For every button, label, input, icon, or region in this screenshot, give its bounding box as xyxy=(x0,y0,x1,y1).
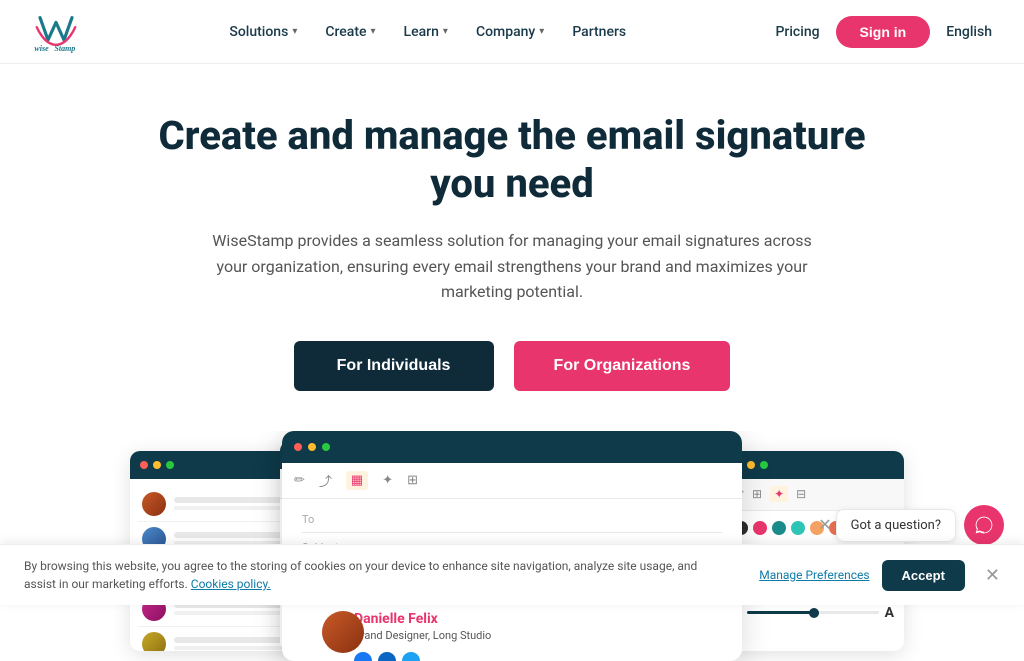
facebook-icon[interactable] xyxy=(354,652,372,661)
pencil-icon: ✏ xyxy=(294,473,305,488)
dot-green xyxy=(322,443,330,451)
chevron-down-icon: ▾ xyxy=(539,26,544,37)
chevron-down-icon: ▾ xyxy=(371,26,376,37)
chevron-down-icon: ▾ xyxy=(443,26,448,37)
navbar: wise Stamp Solutions ▾ Create ▾ Learn ▾ … xyxy=(0,0,1024,64)
color-swatch[interactable] xyxy=(772,521,786,535)
accept-cookies-button[interactable]: Accept xyxy=(882,560,965,591)
svg-text:Stamp: Stamp xyxy=(54,44,75,53)
chevron-down-icon: ▾ xyxy=(292,26,297,37)
nav-right: Pricing Sign in English xyxy=(775,16,992,48)
grid-icon: ⊞ xyxy=(752,487,762,501)
dot-red xyxy=(140,461,148,469)
signature-name: Danielle Felix xyxy=(354,611,722,627)
nav-learn[interactable]: Learn ▾ xyxy=(392,16,460,48)
avatar xyxy=(142,492,166,516)
for-individuals-button[interactable]: For Individuals xyxy=(294,341,494,391)
composer-toolbar: ✏ ⤴ ▦ ✦ ⊞ xyxy=(282,463,742,499)
nav-company[interactable]: Company ▾ xyxy=(464,16,556,48)
chat-avatar[interactable] xyxy=(964,505,1004,545)
cookie-text: By browsing this website, you agree to t… xyxy=(24,557,704,593)
nav-links: Solutions ▾ Create ▾ Learn ▾ Company ▾ P… xyxy=(217,16,638,48)
window-titlebar-main xyxy=(282,431,742,463)
slider-track[interactable] xyxy=(747,611,879,614)
signature-block: Danielle Felix Brand Designer, Long Stud… xyxy=(302,611,722,661)
pricing-link[interactable]: Pricing xyxy=(775,24,819,40)
color-swatch[interactable] xyxy=(791,521,805,535)
nav-partners[interactable]: Partners xyxy=(560,16,638,48)
twitter-icon[interactable] xyxy=(402,652,420,661)
hero-subtext: WiseStamp provides a seamless solution f… xyxy=(202,228,822,305)
linkedin-icon[interactable] xyxy=(378,652,396,661)
dot-yellow xyxy=(747,461,755,469)
dot-green xyxy=(760,461,768,469)
dot-yellow xyxy=(153,461,161,469)
chat-bubble[interactable]: Got a question? xyxy=(836,509,956,542)
hero-section: Create and manage the email signature yo… xyxy=(0,64,1024,423)
social-links xyxy=(354,652,722,661)
layout-active-icon: ▦ xyxy=(346,471,368,490)
share-icon: ⤴ xyxy=(319,471,332,490)
cookies-policy-link[interactable]: Cookies policy. xyxy=(191,577,271,591)
signature-title: Brand Designer, Long Studio xyxy=(354,629,722,642)
slider-handle[interactable] xyxy=(809,608,819,618)
magic-icon: ✦ xyxy=(382,473,393,488)
window-titlebar-right xyxy=(724,451,904,479)
hero-heading: Create and manage the email signature yo… xyxy=(122,112,902,208)
to-field: To xyxy=(302,513,722,533)
language-selector[interactable]: English xyxy=(946,24,992,40)
size-slider: A A xyxy=(734,605,894,621)
signature-avatar xyxy=(322,611,364,653)
wisestamp-logo-icon: wise Stamp xyxy=(32,11,80,53)
cookie-banner: By browsing this website, you agree to t… xyxy=(0,544,1024,605)
logo[interactable]: wise Stamp xyxy=(32,11,80,53)
grid-icon: ⊞ xyxy=(407,473,418,488)
dot-yellow xyxy=(308,443,316,451)
close-chat-button[interactable]: ✕ xyxy=(818,515,831,535)
hero-buttons: For Individuals For Organizations xyxy=(32,341,992,391)
for-organizations-button[interactable]: For Organizations xyxy=(514,341,731,391)
signin-button[interactable]: Sign in xyxy=(836,16,931,48)
magic-active-icon: ✦ xyxy=(770,486,788,502)
large-a-label: A xyxy=(885,605,894,621)
chat-widget: ✕ Got a question? xyxy=(818,505,1004,545)
close-cookie-banner-button[interactable]: ✕ xyxy=(985,565,1000,586)
avatar xyxy=(142,632,166,651)
layout-icon: ⊟ xyxy=(796,487,806,501)
color-swatch[interactable] xyxy=(753,521,767,535)
nav-solutions[interactable]: Solutions ▾ xyxy=(217,16,309,48)
nav-create[interactable]: Create ▾ xyxy=(313,16,387,48)
cookie-actions: Manage Preferences Accept ✕ xyxy=(759,560,1000,591)
dot-red xyxy=(294,443,302,451)
chat-icon xyxy=(974,515,994,535)
manage-preferences-link[interactable]: Manage Preferences xyxy=(759,568,869,582)
svg-text:wise: wise xyxy=(34,44,49,53)
dot-green xyxy=(166,461,174,469)
